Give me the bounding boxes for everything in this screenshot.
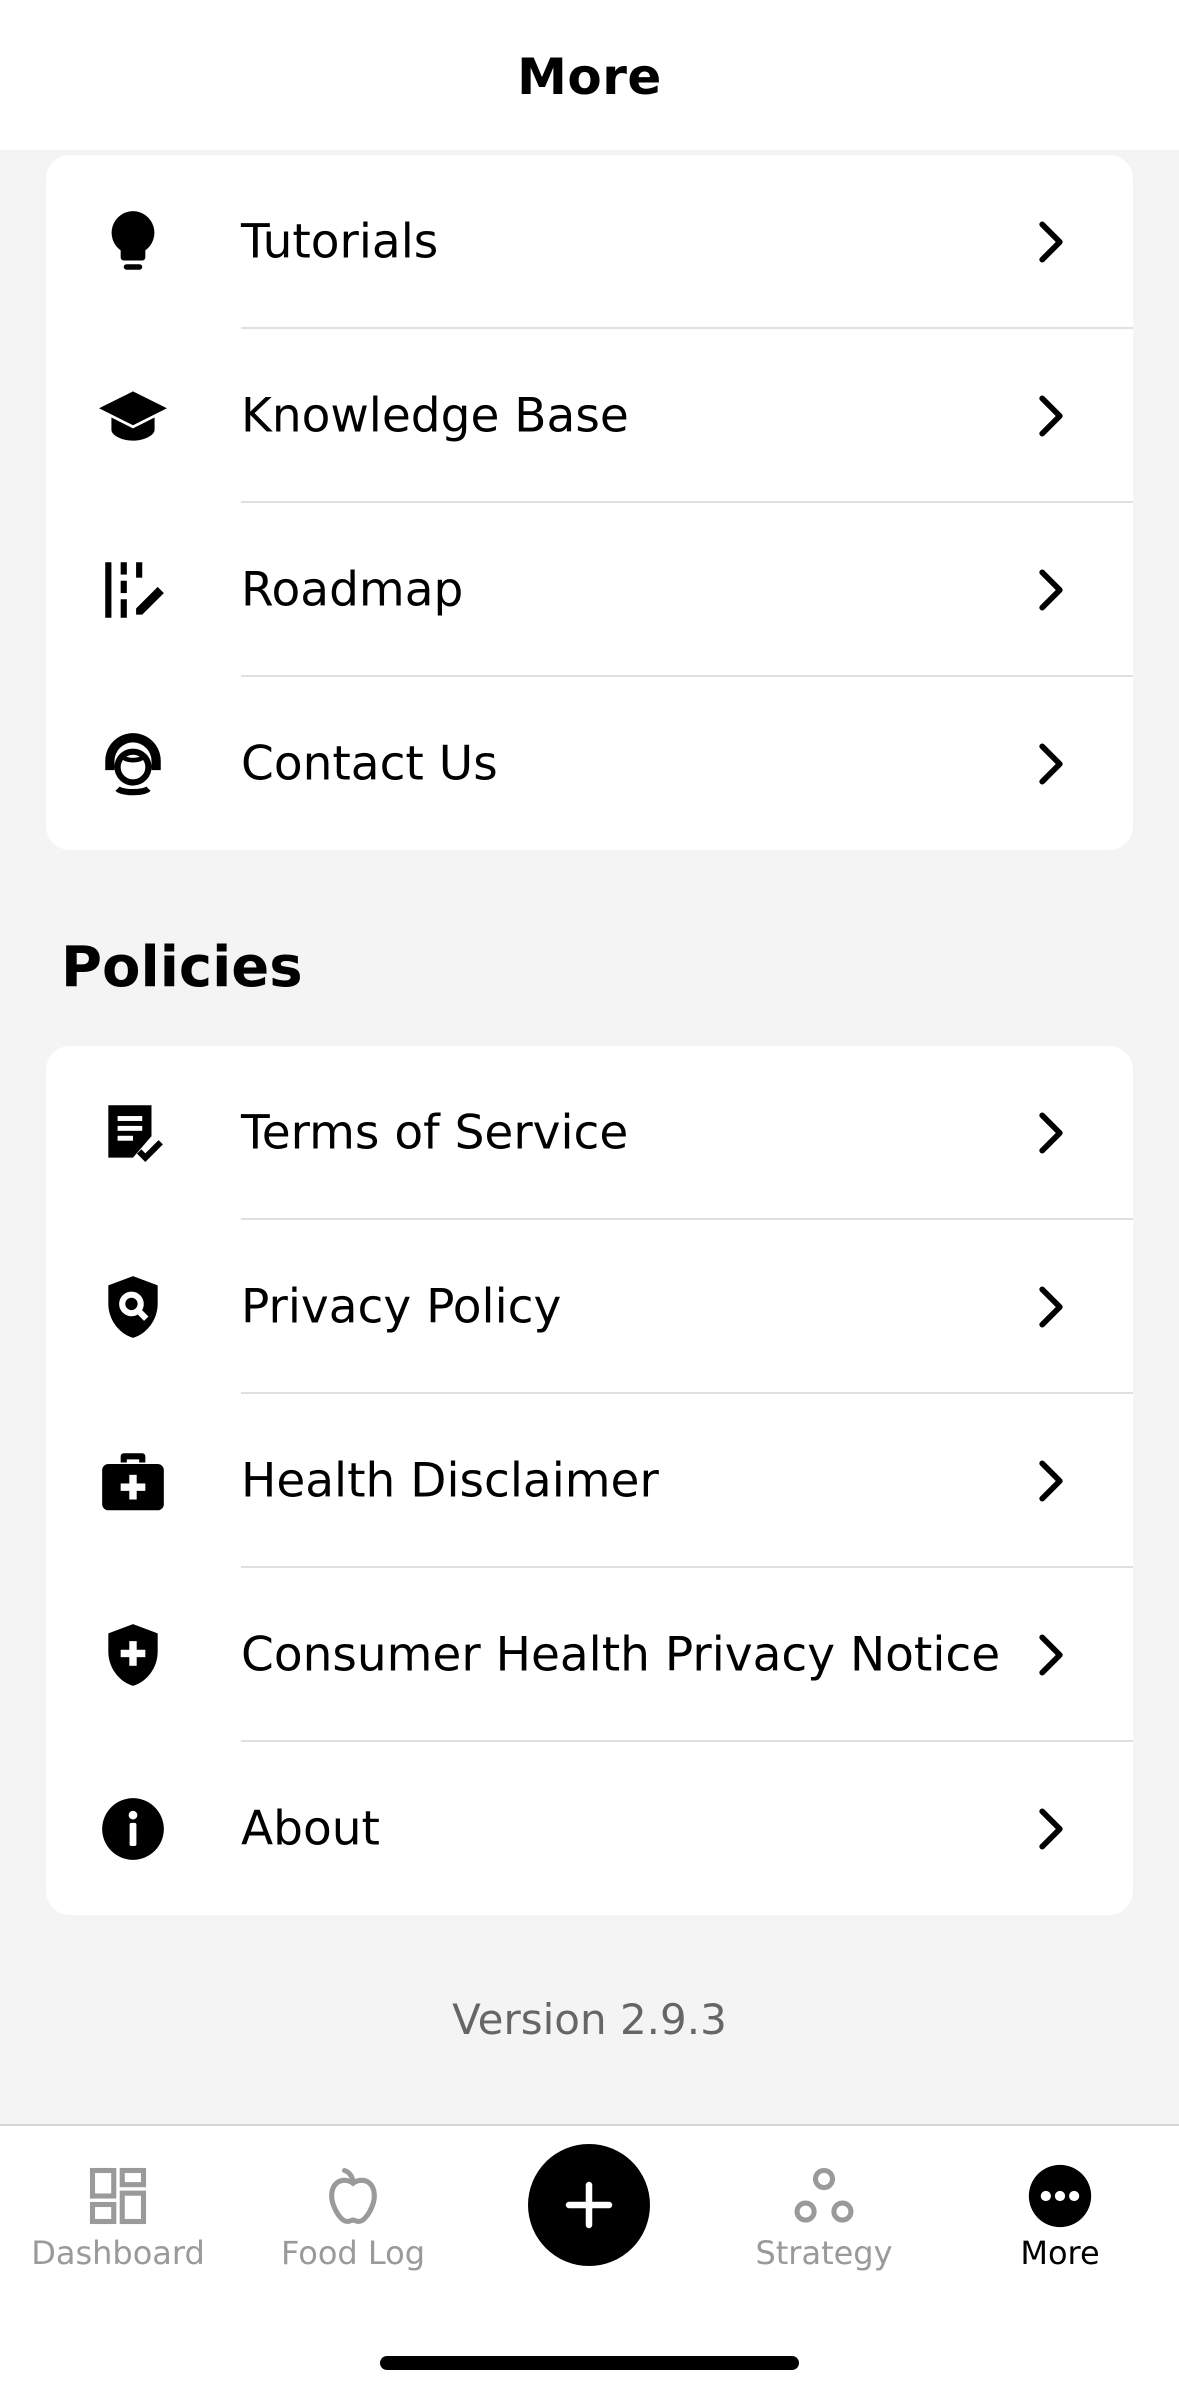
consumer-health-privacy-notice-label: Consumer Health Privacy Notice [241, 1627, 1001, 1683]
contact-us-label: Contact Us [241, 736, 498, 792]
tab-strategy-label: Strategy [755, 2234, 893, 2272]
dashboard-icon [84, 2162, 152, 2230]
roadmap-label: Roadmap [241, 562, 464, 618]
chevron-right-icon [1033, 1807, 1069, 1851]
tutorials-row[interactable]: Tutorials [46, 155, 1133, 329]
plus-icon [565, 2181, 613, 2229]
chevron-right-icon [1033, 394, 1069, 438]
terms-of-service-label: Terms of Service [241, 1105, 629, 1161]
roadmap-icon [96, 553, 170, 627]
chevron-right-icon [1033, 742, 1069, 786]
roadmap-row[interactable]: Roadmap [46, 503, 1133, 677]
version-label: Version 2.9.3 [452, 1995, 727, 2044]
strategy-icon [790, 2162, 858, 2230]
tab-dashboard[interactable]: Dashboard [18, 2126, 218, 2276]
tab-food-log[interactable]: Food Log [253, 2126, 453, 2276]
chevron-right-icon [1033, 568, 1069, 612]
policies-heading: Policies [61, 935, 303, 1000]
chevron-right-icon [1033, 1459, 1069, 1503]
info-icon [96, 1792, 170, 1866]
document-check-icon [96, 1096, 170, 1170]
knowledge-base-row[interactable]: Knowledge Base [46, 329, 1133, 503]
terms-of-service-row[interactable]: Terms of Service [46, 1046, 1133, 1220]
page-title: More [517, 48, 662, 106]
shield-plus-icon [96, 1618, 170, 1692]
chevron-right-icon [1033, 1111, 1069, 1155]
graduation-cap-icon [96, 379, 170, 453]
tab-more[interactable]: More [960, 2126, 1160, 2276]
support-card: Tutorials Knowledge Base Roadmap Contact… [46, 155, 1133, 850]
chevron-right-icon [1033, 1285, 1069, 1329]
policies-card: Terms of Service Privacy Policy Health D… [46, 1046, 1133, 1915]
home-indicator [380, 2356, 799, 2370]
about-label: About [241, 1801, 380, 1857]
lightbulb-icon [96, 205, 170, 279]
consumer-health-privacy-notice-row[interactable]: Consumer Health Privacy Notice [46, 1568, 1133, 1742]
shield-search-icon [96, 1270, 170, 1344]
about-row[interactable]: About [46, 1742, 1133, 1915]
medical-bag-icon [96, 1444, 170, 1518]
header: More [0, 0, 1179, 150]
chevron-right-icon [1033, 1633, 1069, 1677]
apple-icon [319, 2162, 387, 2230]
tab-dashboard-label: Dashboard [31, 2234, 205, 2272]
tutorials-label: Tutorials [241, 214, 439, 270]
add-button[interactable] [528, 2144, 650, 2266]
tab-more-label: More [1020, 2234, 1100, 2272]
contact-us-row[interactable]: Contact Us [46, 677, 1133, 850]
chevron-right-icon [1033, 220, 1069, 264]
support-agent-icon [96, 727, 170, 801]
more-dots-icon [1026, 2162, 1094, 2230]
tab-food-log-label: Food Log [280, 2234, 426, 2272]
health-disclaimer-row[interactable]: Health Disclaimer [46, 1394, 1133, 1568]
tab-strategy[interactable]: Strategy [724, 2126, 924, 2276]
health-disclaimer-label: Health Disclaimer [241, 1453, 659, 1509]
privacy-policy-row[interactable]: Privacy Policy [46, 1220, 1133, 1394]
privacy-policy-label: Privacy Policy [241, 1279, 562, 1335]
knowledge-base-label: Knowledge Base [241, 388, 629, 444]
